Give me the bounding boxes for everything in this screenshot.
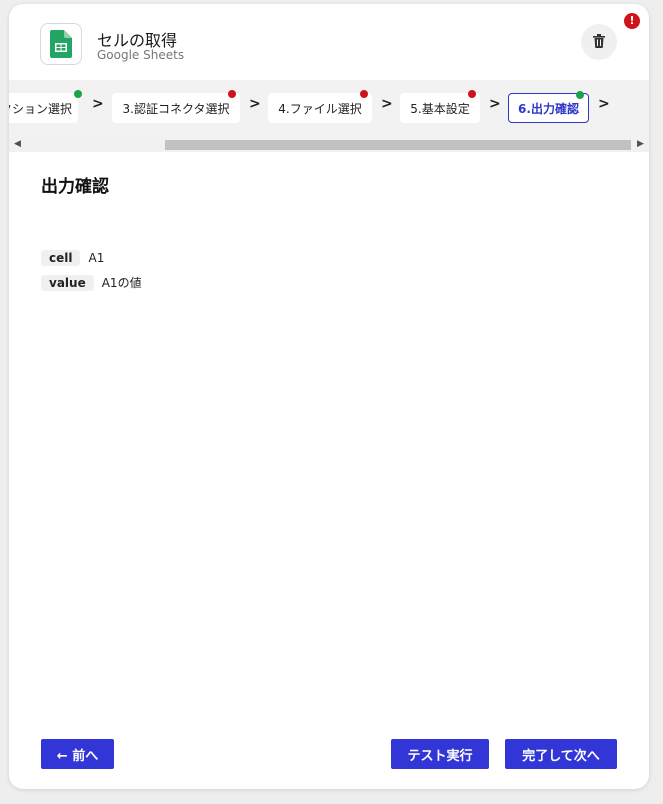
app-name: Google Sheets bbox=[97, 48, 185, 62]
chevron-right-icon: > bbox=[92, 96, 104, 112]
delete-button[interactable] bbox=[581, 24, 617, 60]
step-file-select[interactable]: 4.ファイル選択 bbox=[268, 90, 372, 123]
trash-icon bbox=[593, 33, 605, 52]
exclamation-icon: ! bbox=[624, 13, 640, 29]
output-value: A1の値 bbox=[101, 276, 142, 290]
horizontal-scrollbar[interactable]: ◀ ▶ bbox=[9, 138, 649, 152]
output-key: cell bbox=[41, 250, 81, 266]
step-label: 5.基本設定 bbox=[410, 101, 470, 116]
status-error-icon bbox=[228, 90, 236, 98]
chevron-right-icon: > bbox=[249, 96, 261, 112]
status-ok-icon bbox=[74, 90, 82, 98]
step-basic-settings[interactable]: 5.基本設定 bbox=[400, 90, 480, 123]
output-value: A1 bbox=[88, 251, 105, 265]
complete-next-button[interactable]: 完了して次へ bbox=[505, 739, 617, 769]
step-output-check[interactable]: 6.出力確認 bbox=[508, 91, 589, 123]
output-key: value bbox=[41, 274, 94, 291]
chevron-right-icon: > bbox=[598, 96, 610, 112]
status-error-icon bbox=[468, 90, 476, 98]
step-action-select[interactable]: アクション選択 bbox=[9, 90, 82, 123]
chevron-right-icon: > bbox=[489, 96, 501, 112]
step-navigator: アクション選択 > 3.認証コネクタ選択 > 4.ファイル選択 > 5.基本設定… bbox=[9, 80, 649, 138]
scroll-right-icon[interactable]: ▶ bbox=[637, 139, 644, 149]
step-label: 4.ファイル選択 bbox=[278, 101, 362, 116]
action-panel: セルの取得 Google Sheets ! アクション選択 > 3.認証コネクタ… bbox=[9, 4, 649, 789]
google-sheets-icon bbox=[40, 23, 82, 65]
output-row: value A1の値 bbox=[41, 274, 142, 291]
step-label: 6.出力確認 bbox=[518, 101, 579, 116]
step-label: 3.認証コネクタ選択 bbox=[122, 101, 230, 116]
scroll-thumb[interactable] bbox=[165, 140, 631, 150]
status-ok-icon bbox=[576, 91, 584, 99]
section-title: 出力確認 bbox=[41, 177, 109, 197]
prev-button[interactable]: ← 前へ bbox=[41, 739, 114, 769]
step-label: アクション選択 bbox=[9, 101, 72, 116]
step-connector-select[interactable]: 3.認証コネクタ選択 bbox=[112, 90, 240, 123]
test-run-button[interactable]: テスト実行 bbox=[391, 739, 489, 769]
status-error-icon bbox=[360, 90, 368, 98]
chevron-right-icon: > bbox=[381, 96, 393, 112]
scroll-left-icon[interactable]: ◀ bbox=[14, 139, 21, 149]
output-row: cell A1 bbox=[41, 250, 104, 266]
